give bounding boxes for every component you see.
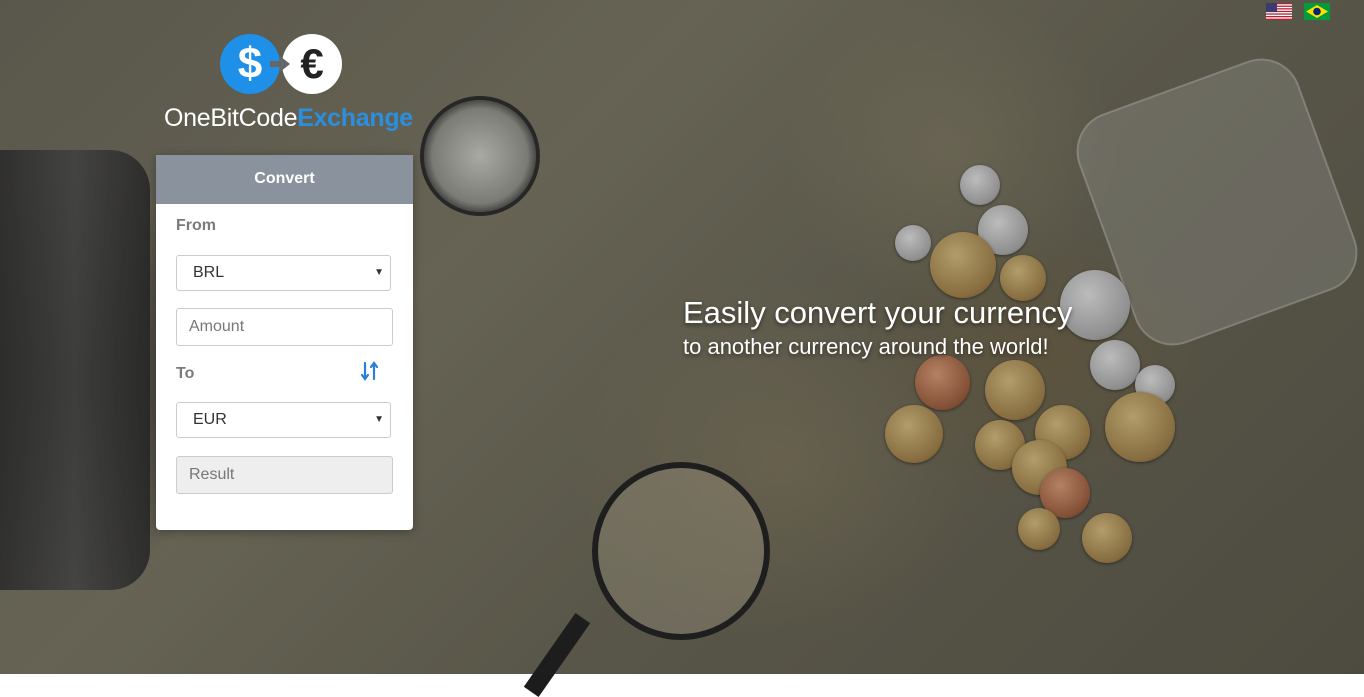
from-currency-value: BRL [193,264,225,281]
brand-logo: $ € OneBitCodeExchange [160,32,413,142]
arrow-right-icon [270,56,290,72]
amount-input[interactable] [176,308,393,346]
from-currency-select[interactable]: BRL ▼ [176,255,391,291]
converter-card: Convert From BRL ▼ To EUR ▼ [156,155,413,530]
from-label: From [176,217,216,234]
to-currency-value: EUR [193,411,227,428]
to-label: To [176,365,195,382]
brand-name-suffix: Exchange [297,104,413,132]
hero-subtitle: to another currency around the world! [683,334,1049,359]
hero-text: Easily convert your currency to another … [683,294,1072,362]
chevron-down-icon: ▼ [374,267,384,278]
us-flag-icon[interactable] [1266,3,1292,20]
converter-header: Convert [156,155,413,204]
language-switcher [1266,3,1330,20]
brand-name-prefix: OneBitCode [164,104,298,132]
brazil-flag-icon[interactable] [1304,3,1330,20]
result-field [176,456,393,494]
brand-name: OneBitCodeExchange [164,104,413,133]
hero-title: Easily convert your currency [683,295,1073,330]
swap-vertical-icon[interactable] [360,361,380,381]
to-currency-select[interactable]: EUR ▼ [176,402,391,438]
chevron-down-icon: ▼ [374,414,384,425]
